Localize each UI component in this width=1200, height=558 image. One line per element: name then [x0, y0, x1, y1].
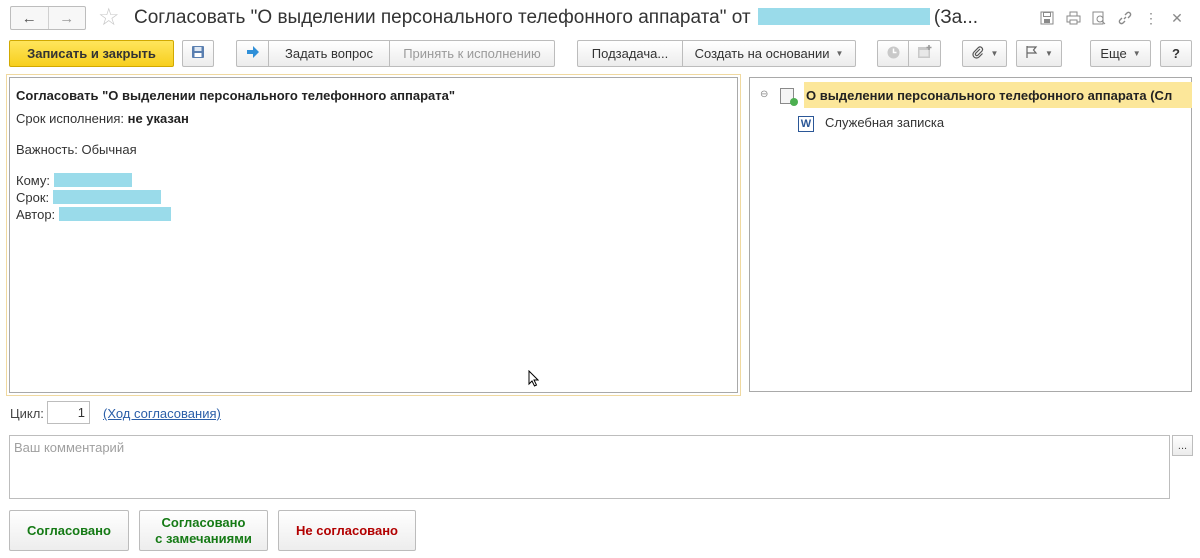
redacted-recipient — [53, 173, 132, 187]
importance-value: Обычная — [81, 142, 137, 157]
save-and-close-button[interactable]: Записать и закрыть — [9, 40, 174, 67]
subtask-button[interactable]: Подзадача... — [577, 40, 683, 67]
paperclip-icon — [971, 45, 985, 62]
calendar-icon — [917, 44, 933, 63]
more-button[interactable]: Еще ▼ — [1090, 40, 1151, 67]
back-arrow-icon[interactable]: ← — [11, 7, 48, 29]
help-button[interactable]: ? — [1160, 40, 1192, 67]
title-icons: ⋮ ✕ — [1034, 8, 1190, 28]
task-description-panel: Согласовать "О выделении персонального т… — [6, 74, 741, 396]
flag-button[interactable]: ▼ — [1016, 40, 1062, 67]
create-based-on-label: Создать на основании — [694, 46, 830, 61]
approved-button[interactable]: Согласовано — [9, 510, 129, 551]
approved-with-remarks-button[interactable]: Согласовано с замечаниями — [139, 510, 268, 551]
collapse-icon[interactable]: ⊖ — [760, 89, 768, 100]
redacted-date — [757, 8, 930, 25]
print-icon[interactable] — [1060, 8, 1086, 28]
tree-row-memo[interactable]: Служебная записка — [825, 115, 944, 130]
chevron-down-icon: ▼ — [835, 49, 844, 58]
deadline-value: не указан — [127, 111, 189, 126]
tree-document-title: О выделении персонального телефонного ап… — [806, 88, 1173, 103]
forward-task-button[interactable] — [236, 40, 269, 67]
forward-arrow-icon[interactable]: → — [47, 7, 86, 29]
clock-icon — [886, 45, 901, 63]
redacted-author — [58, 207, 171, 221]
redacted-due — [52, 190, 161, 204]
close-icon[interactable]: ✕ — [1164, 8, 1190, 28]
deadline-row: Срок исполнения: не указан — [16, 111, 189, 126]
chevron-down-icon: ▼ — [1132, 49, 1141, 58]
attachments-button[interactable]: ▼ — [962, 40, 1007, 67]
menu-icon[interactable]: ⋮ — [1138, 8, 1164, 28]
navigation-buttons: ← → — [10, 6, 86, 30]
comment-expand-button[interactable]: ... — [1172, 435, 1193, 456]
task-description-frame: Согласовать "О выделении персонального т… — [9, 77, 738, 393]
task-subject: Согласовать "О выделении персонального т… — [16, 88, 456, 103]
importance-label: Важность: — [16, 142, 78, 157]
word-file-icon: W — [798, 116, 814, 132]
preview-icon[interactable] — [1086, 8, 1112, 28]
recipient-label: Кому: — [16, 173, 50, 188]
approved-remarks-line1: Согласовано — [161, 514, 246, 530]
chevron-down-icon: ▼ — [990, 49, 999, 58]
save-icon[interactable] — [1034, 8, 1060, 28]
approved-remarks-line2: с замечаниями — [155, 530, 252, 546]
more-label: Еще — [1100, 46, 1127, 61]
favorite-star-icon[interactable]: ☆ — [98, 5, 120, 31]
comment-field[interactable]: Ваш комментарий — [9, 435, 1170, 499]
due-label: Срок: — [16, 190, 50, 205]
attachments-tree-panel: ⊖ О выделении персонального телефонного … — [749, 77, 1192, 392]
mouse-cursor-icon — [528, 369, 540, 387]
document-icon — [780, 88, 798, 106]
tree-row-document[interactable]: ⊖ О выделении персонального телефонного … — [750, 81, 1192, 108]
ask-question-button[interactable]: Задать вопрос — [268, 40, 390, 67]
deadline-label: Срок исполнения: — [16, 111, 124, 126]
approval-progress-link[interactable]: (Ход согласования) — [103, 406, 221, 421]
floppy-icon — [191, 45, 205, 62]
recipient-row: Кому: — [16, 173, 132, 188]
chevron-down-icon: ▼ — [1045, 49, 1053, 58]
window-title: Согласовать "О выделении персонального т… — [134, 7, 979, 28]
link-icon[interactable] — [1112, 8, 1138, 28]
create-based-on-button[interactable]: Создать на основании ▼ — [682, 40, 856, 67]
cycle-label: Цикл: — [10, 406, 44, 421]
importance-row: Важность: Обычная — [16, 142, 137, 157]
accept-for-execution-button[interactable]: Принять к исполнению — [389, 40, 555, 67]
flag-icon — [1025, 45, 1039, 62]
cycle-field[interactable]: 1 — [47, 401, 90, 424]
calendar-add-button[interactable] — [908, 40, 941, 67]
author-label: Автор: — [16, 207, 56, 222]
blue-arrow-icon — [246, 45, 260, 62]
author-row: Автор: — [16, 207, 171, 222]
due-row: Срок: — [16, 190, 161, 205]
save-button[interactable] — [182, 40, 214, 67]
clock-button[interactable] — [877, 40, 909, 67]
rejected-button[interactable]: Не согласовано — [278, 510, 416, 551]
